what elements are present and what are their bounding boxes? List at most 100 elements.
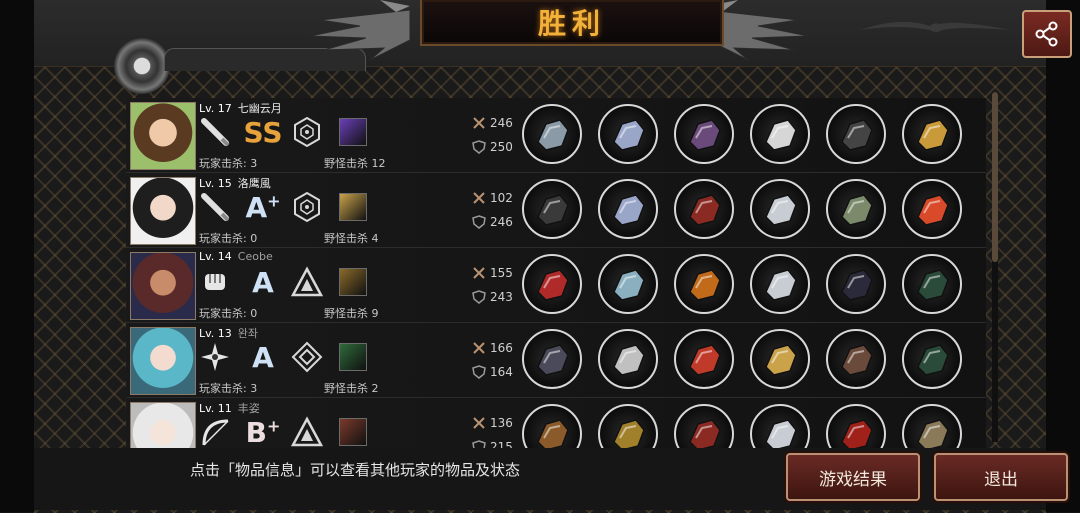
bird-icon [860,21,1010,32]
umbrella-icon[interactable] [522,179,582,239]
skill-icon [336,115,370,149]
share-icon [1035,21,1058,47]
shield-icon [472,140,486,154]
grade-plus: + [267,191,281,211]
armored-helmet-icon[interactable] [598,179,658,239]
shield-icon [472,365,486,379]
serrated-blade-icon[interactable] [750,404,810,448]
player-level: Lv. 13 [199,327,232,340]
attack-value: 155 [490,266,513,280]
serrated-blade-icon[interactable] [750,254,810,314]
purple-armor-icon[interactable] [674,104,734,164]
crossed-swords-icon [473,117,485,129]
skill-icon [336,265,370,299]
player-kills: 玩家击杀: 3 [199,157,258,170]
shield-icon [472,290,486,304]
right-border [1046,0,1080,512]
fist-icon [198,265,232,299]
armored-helmet-icon[interactable] [598,104,658,164]
exit-button[interactable]: 退出 [934,453,1068,501]
gold-earrings-icon[interactable] [902,104,962,164]
attack-value: 136 [490,416,513,430]
player-level: Lv. 14 [199,250,232,263]
player-row[interactable]: Lv. 15 洛鹰風 A+ 玩家击杀: 0 野怪击杀 4 102 246 [126,173,986,248]
attack-stat: 136 [472,416,513,430]
player-list: Lv. 17 七幽云月 SS 玩家击杀: 3 野怪击杀 12 246 250 Lv. 15 洛鹰… [126,98,986,448]
monster-kills: 野怪击杀 4 [324,232,379,245]
steel-helmet-icon[interactable] [598,254,658,314]
grade-letter: A [245,190,268,224]
quiver-icon[interactable] [902,404,962,448]
silver-blade-icon[interactable] [750,104,810,164]
red-mask-icon[interactable] [674,404,734,448]
diamond-rank-icon [290,340,324,374]
defense-value: 243 [490,290,513,304]
blaster-icon[interactable] [522,104,582,164]
red-dice-icon[interactable] [902,179,962,239]
player-kills: 玩家击杀: 0 [199,307,258,320]
attack-stat: 246 [472,116,513,130]
serrated-blade-icon[interactable] [750,179,810,239]
gold-helmet-icon[interactable] [598,404,658,448]
red-mask-icon[interactable] [674,179,734,239]
attack-value: 166 [490,341,513,355]
player-level: Lv. 11 [199,402,232,415]
combat-boots-icon[interactable] [826,104,886,164]
player-portrait[interactable] [130,252,196,320]
defense-stat: 164 [472,365,513,379]
red-mechanism-icon[interactable] [522,254,582,314]
player-name: 丰姿 [237,402,260,415]
grade-badge: A+ [245,190,281,224]
dark-blade-icon[interactable] [522,329,582,389]
game-result-button[interactable]: 游戏结果 [786,453,920,501]
monster-kills: 野怪击杀 9 [324,307,379,320]
sniper-scope-icon[interactable] [902,329,962,389]
bandaged-fist-icon[interactable] [826,179,886,239]
crossed-swords-icon [473,192,485,204]
grade-letter: SS [243,115,283,149]
flaming-armor-icon[interactable] [674,254,734,314]
player-level-name: Lv. 14 Ceobe [199,250,273,263]
defense-value: 215 [490,440,513,448]
sniper-scope-icon[interactable] [902,254,962,314]
player-portrait[interactable] [130,102,196,170]
red-heels-icon[interactable] [826,404,886,448]
attack-stat: 102 [472,191,513,205]
dark-gauntlet-icon[interactable] [826,254,886,314]
golden-shield-icon[interactable] [750,329,810,389]
skill-icon [336,190,370,224]
left-border [0,0,34,512]
skill-icon [336,340,370,374]
victory-title: 胜利 [537,7,606,40]
attack-stat: 155 [472,266,513,280]
player-row[interactable]: Lv. 14 Ceobe A 玩家击杀: 0 野怪击杀 9 155 243 [126,248,986,323]
bow-icon [198,415,232,448]
defense-value: 250 [490,140,513,154]
crossbow-icon[interactable] [522,404,582,448]
player-level-name: Lv. 13 완좌 [199,325,258,341]
player-row[interactable]: Lv. 17 七幽云月 SS 玩家击杀: 3 野怪击杀 12 246 250 [126,98,986,173]
hint-text: 点击「物品信息」可以查看其他玩家的物品及状态 [190,461,521,479]
player-name: 七幽云月 [237,102,282,115]
player-row[interactable]: Lv. 13 완좌 A 玩家击杀: 3 野怪击杀 2 166 164 [126,323,986,398]
silver-circlet-icon[interactable] [598,329,658,389]
player-row[interactable]: Lv. 11 丰姿 B+ 136 215 [126,398,986,448]
defense-stat: 243 [472,290,513,304]
player-portrait[interactable] [130,177,196,245]
defense-stat: 246 [472,215,513,229]
triangle-rank-icon [290,265,324,299]
player-level: Lv. 15 [199,177,232,190]
red-jacket-icon[interactable] [674,329,734,389]
triangle-rank-icon [290,415,324,448]
share-button[interactable] [1022,10,1072,58]
player-portrait[interactable] [130,327,196,395]
crossed-swords-icon [473,267,485,279]
player-portrait[interactable] [130,402,196,448]
scrollbar-thumb[interactable] [992,92,998,262]
shield-icon [472,215,486,229]
player-level-name: Lv. 17 七幽云月 [199,100,282,116]
defense-stat: 250 [472,140,513,154]
brown-boots-icon[interactable] [826,329,886,389]
hexagon-rank-icon [290,115,324,149]
monster-kills: 野怪击杀 12 [324,157,386,170]
